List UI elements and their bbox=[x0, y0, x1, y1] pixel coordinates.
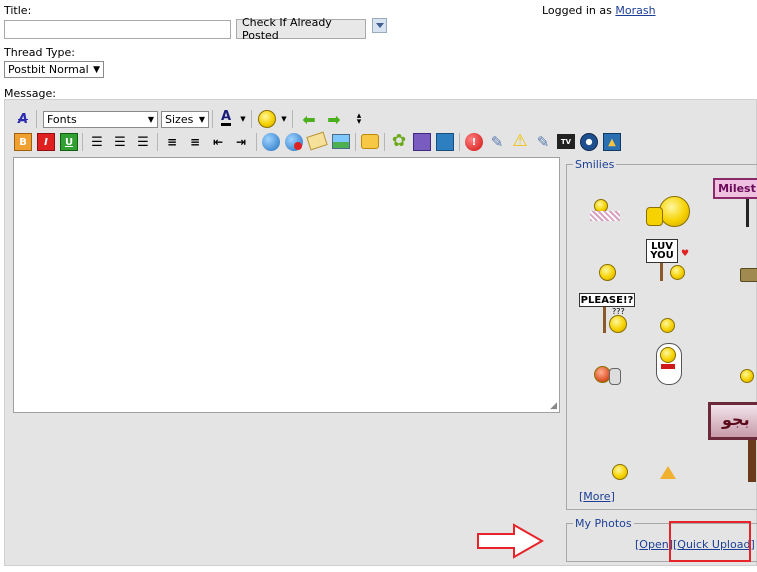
smilie-thumbs-up[interactable] bbox=[645, 195, 693, 229]
smilie-picker-icon[interactable] bbox=[258, 110, 276, 128]
options-dropdown-button[interactable] bbox=[372, 18, 387, 33]
size-select[interactable]: Sizes ▼ bbox=[161, 111, 209, 128]
unordered-list-icon[interactable]: ≡ bbox=[186, 133, 204, 151]
image-effects-icon[interactable]: ▲ bbox=[603, 133, 621, 151]
align-right-icon[interactable]: ☰ bbox=[134, 133, 152, 151]
please-sign: PLEASE!? bbox=[579, 293, 635, 307]
smilie-hugging[interactable] bbox=[594, 365, 622, 385]
login-status: Logged in as Morash bbox=[542, 4, 656, 17]
smilie-cake[interactable] bbox=[740, 262, 757, 282]
smilies-more: [More] bbox=[579, 490, 615, 503]
title-label: Title: bbox=[4, 4, 32, 17]
tv-icon[interactable]: TV bbox=[557, 134, 575, 149]
smilie-milestone[interactable]: Milest bbox=[713, 178, 757, 228]
html-icon[interactable] bbox=[436, 133, 454, 151]
smilie-pizza[interactable] bbox=[660, 466, 676, 480]
my-photos-legend: My Photos bbox=[575, 517, 632, 530]
remove-link-icon[interactable] bbox=[285, 133, 303, 151]
resize-grip-icon[interactable]: ◢ bbox=[550, 401, 557, 411]
thread-type-label: Thread Type: bbox=[4, 46, 75, 59]
smilie-baby[interactable] bbox=[656, 343, 682, 385]
indent-icon[interactable]: ⇥ bbox=[232, 133, 250, 151]
smilie-wink[interactable] bbox=[660, 318, 675, 333]
size-select-value: Sizes bbox=[165, 113, 194, 126]
more-smilies-link[interactable]: More bbox=[583, 490, 610, 503]
remove-format-icon[interactable]: A bbox=[14, 110, 32, 128]
gear-icon[interactable]: ✿ bbox=[390, 131, 408, 151]
chevron-down-icon: ▼ bbox=[147, 115, 154, 124]
title-input[interactable] bbox=[4, 20, 231, 39]
smilie-clapping[interactable] bbox=[597, 262, 619, 284]
smilie-pacman[interactable] bbox=[740, 369, 754, 383]
insert-image-icon[interactable] bbox=[332, 134, 350, 149]
smilie-urdu-sign[interactable]: بجو bbox=[708, 402, 757, 482]
insert-link-icon[interactable] bbox=[262, 133, 280, 151]
ordered-list-icon[interactable]: ≡ bbox=[163, 133, 181, 151]
milestone-sign: Milest bbox=[713, 178, 757, 199]
font-select-value: Fonts bbox=[47, 113, 77, 126]
message-textarea[interactable]: ◢ bbox=[13, 157, 560, 413]
open-photos-link[interactable]: Open bbox=[639, 538, 668, 551]
align-center-icon[interactable]: ☰ bbox=[111, 133, 129, 151]
thread-type-select[interactable]: Postbit Normal ▼ bbox=[4, 61, 104, 78]
smilie-sunbathing[interactable] bbox=[588, 197, 622, 225]
smilie-please[interactable]: PLEASE!? ??? bbox=[579, 293, 637, 337]
smilies-legend: Smilies bbox=[575, 158, 615, 171]
italic-button[interactable]: I bbox=[37, 133, 55, 151]
annotation-highlight-box bbox=[669, 521, 751, 562]
resize-toggle-icon[interactable]: ▴ ▾ bbox=[352, 110, 366, 128]
heart-icon: ♥ bbox=[681, 249, 690, 259]
quote-icon[interactable] bbox=[361, 134, 379, 149]
code-icon[interactable] bbox=[413, 133, 431, 151]
annotation-arrow-icon bbox=[477, 523, 544, 559]
outdent-icon[interactable]: ⇤ bbox=[209, 133, 227, 151]
chevron-down-icon[interactable]: ▼ bbox=[279, 110, 289, 128]
smilie-luv-you[interactable]: LUV YOU ♥ bbox=[646, 239, 690, 283]
media-player-icon[interactable] bbox=[580, 133, 598, 151]
down-icon: ▾ bbox=[356, 117, 362, 127]
chevron-down-icon: ▼ bbox=[198, 115, 205, 124]
check-already-posted-button[interactable]: Check If Already Posted bbox=[236, 16, 366, 42]
login-prefix: Logged in as bbox=[542, 4, 616, 17]
luv-you-sign: LUV YOU bbox=[646, 239, 678, 263]
align-left-icon[interactable]: ☰ bbox=[88, 133, 106, 151]
username-link[interactable]: Morash bbox=[615, 4, 655, 17]
thread-type-value: Postbit Normal bbox=[8, 63, 89, 76]
underline-button[interactable]: U bbox=[60, 133, 78, 151]
font-select[interactable]: Fonts ▼ bbox=[43, 111, 158, 128]
warning-icon[interactable]: ⚠ bbox=[511, 131, 529, 151]
no-icon bbox=[294, 142, 302, 150]
chevron-down-icon[interactable]: ▼ bbox=[238, 110, 248, 128]
smilie-sad[interactable] bbox=[612, 464, 628, 480]
document-icon[interactable]: ✎ bbox=[534, 133, 552, 151]
text-color-letter: A bbox=[220, 108, 232, 126]
scroll-icon[interactable]: ✎ bbox=[488, 133, 506, 151]
alert-icon[interactable]: ! bbox=[465, 133, 483, 151]
text-color-icon[interactable]: A bbox=[217, 109, 235, 127]
open-photos: [Open] bbox=[635, 538, 673, 551]
chevron-down-icon bbox=[375, 23, 384, 28]
undo-arrow-icon[interactable]: ⬅ bbox=[298, 110, 320, 129]
bold-button[interactable]: B bbox=[14, 133, 32, 151]
chevron-down-icon: ▼ bbox=[93, 64, 100, 75]
redo-arrow-icon[interactable]: ➡ bbox=[323, 110, 345, 129]
